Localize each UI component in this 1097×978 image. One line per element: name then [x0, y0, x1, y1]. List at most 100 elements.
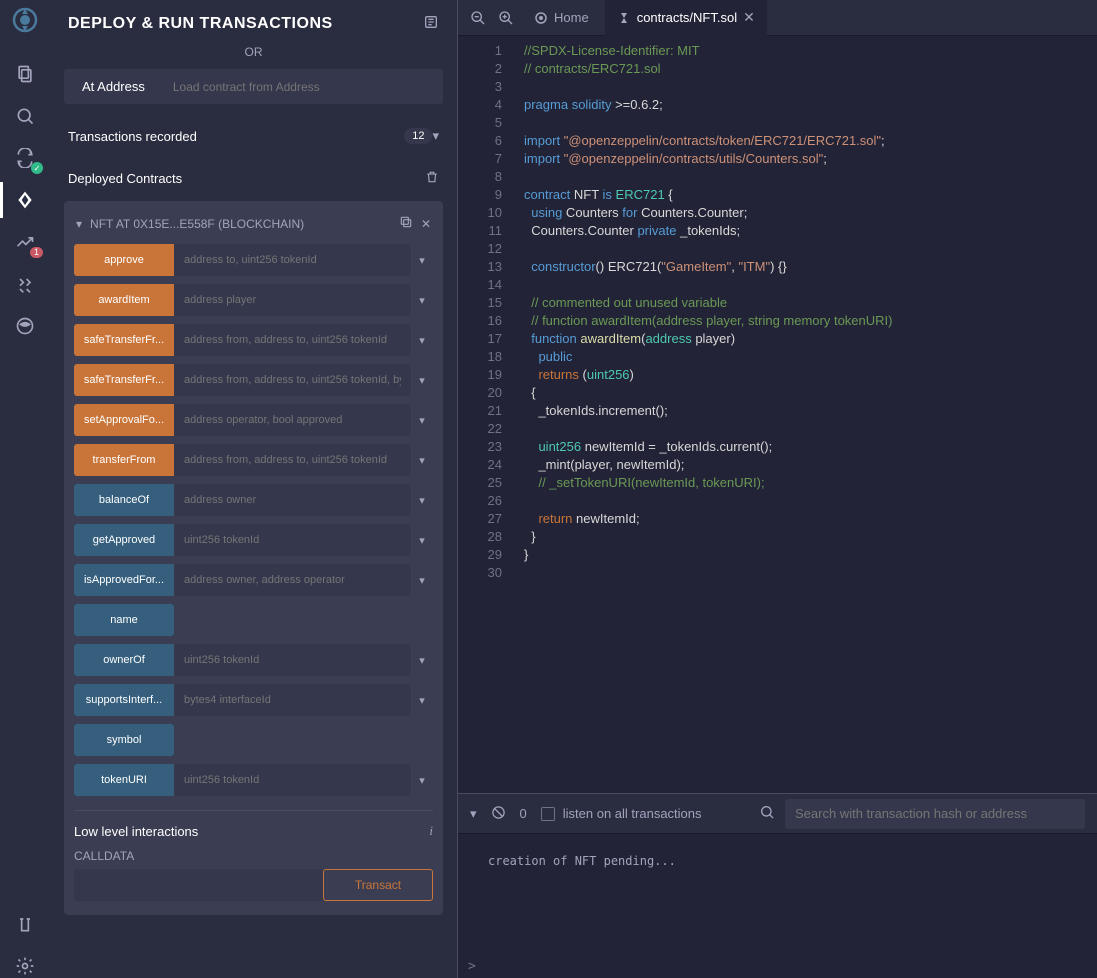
search-icon[interactable] — [759, 804, 775, 823]
function-args-input[interactable] — [174, 564, 411, 596]
function-row: name — [74, 604, 433, 636]
code-editor[interactable]: 1234567891011121314151617181920212223242… — [458, 36, 1097, 793]
analytics-icon[interactable]: 1 — [13, 230, 37, 254]
zoom-out-icon[interactable] — [466, 6, 490, 30]
function-args-input[interactable] — [174, 284, 411, 316]
chevron-down-icon: ▾ — [432, 128, 439, 144]
plugin-manager-icon[interactable] — [13, 912, 37, 936]
function-args-input[interactable] — [174, 524, 411, 556]
function-args-input[interactable] — [174, 484, 411, 516]
terminal-prompt[interactable]: > — [458, 955, 1097, 978]
compile-success-icon: ✓ — [31, 162, 43, 174]
function-args-input[interactable] — [174, 244, 411, 276]
panel-title: DEPLOY & RUN TRANSACTIONS — [68, 15, 333, 33]
function-args-input[interactable] — [174, 324, 411, 356]
function-button[interactable]: safeTransferFr... — [74, 324, 174, 356]
function-row: symbol — [74, 724, 433, 756]
close-icon[interactable]: ✕ — [421, 217, 431, 231]
chevron-down-icon[interactable]: ▾ — [411, 334, 433, 347]
block-icon[interactable] — [491, 805, 506, 823]
function-args-input[interactable] — [174, 764, 411, 796]
icon-rail: ✓ 1 — [0, 0, 50, 978]
function-args-input[interactable] — [174, 364, 411, 396]
chevron-down-icon[interactable]: ▾ — [411, 294, 433, 307]
info-icon[interactable]: i — [429, 823, 433, 839]
settings-icon[interactable] — [13, 954, 37, 978]
function-row: safeTransferFr... ▾ — [74, 324, 433, 356]
function-button[interactable]: setApprovalFo... — [74, 404, 174, 436]
transactions-recorded-header[interactable]: Transactions recorded 12 ▾ — [64, 122, 443, 150]
function-row: supportsInterf... ▾ — [74, 684, 433, 716]
function-button[interactable]: getApproved — [74, 524, 174, 556]
chevron-down-icon[interactable]: ▾ — [411, 574, 433, 587]
or-divider: OR — [64, 45, 443, 59]
function-args-input[interactable] — [174, 684, 411, 716]
function-row: getApproved ▾ — [74, 524, 433, 556]
function-args-input[interactable] — [174, 404, 411, 436]
function-button[interactable]: symbol — [74, 724, 174, 756]
function-row: setApprovalFo... ▾ — [74, 404, 433, 436]
function-args-input[interactable] — [174, 444, 411, 476]
chevron-down-icon[interactable]: ▾ — [411, 694, 433, 707]
function-row: safeTransferFr... ▾ — [74, 364, 433, 396]
function-args-input[interactable] — [174, 644, 411, 676]
function-button[interactable]: name — [74, 604, 174, 636]
chevron-down-icon[interactable]: ▾ — [470, 806, 477, 822]
function-button[interactable]: awardItem — [74, 284, 174, 316]
chevron-down-icon[interactable]: ▾ — [411, 654, 433, 667]
transactions-count-badge: 12 — [404, 128, 432, 144]
function-row: awardItem ▾ — [74, 284, 433, 316]
pending-count: 0 — [520, 806, 527, 821]
chevron-down-icon[interactable]: ▾ — [76, 217, 82, 231]
tab-file-label: contracts/NFT.sol — [637, 10, 737, 25]
chevron-down-icon[interactable]: ▾ — [411, 254, 433, 267]
tab-bar: Home contracts/NFT.sol ✕ — [458, 0, 1097, 36]
compiler-icon[interactable]: ✓ — [13, 146, 37, 170]
contract-title: NFT AT 0X15E...E558F (BLOCKCHAIN) — [90, 217, 391, 231]
tab-home[interactable]: Home — [522, 0, 601, 36]
function-button[interactable]: transferFrom — [74, 444, 174, 476]
calldata-input[interactable] — [74, 869, 323, 901]
debugger-icon[interactable] — [13, 272, 37, 296]
terminal-log: creation of NFT pending... — [458, 834, 1097, 955]
search-icon[interactable] — [13, 104, 37, 128]
zoom-in-icon[interactable] — [494, 6, 518, 30]
chevron-down-icon[interactable]: ▾ — [411, 534, 433, 547]
copy-icon[interactable] — [399, 215, 413, 232]
main-area: Home contracts/NFT.sol ✕ 123456789101112… — [458, 0, 1097, 978]
function-button[interactable]: supportsInterf... — [74, 684, 174, 716]
file-explorer-icon[interactable] — [13, 62, 37, 86]
function-button[interactable]: balanceOf — [74, 484, 174, 516]
transact-button[interactable]: Transact — [323, 869, 433, 901]
plugin-icon[interactable] — [13, 314, 37, 338]
deployed-contracts-label: Deployed Contracts — [68, 171, 425, 186]
remix-logo-icon — [534, 11, 548, 25]
at-address-row: At Address — [64, 69, 443, 104]
chevron-down-icon[interactable]: ▾ — [411, 494, 433, 507]
chevron-down-icon[interactable]: ▾ — [411, 454, 433, 467]
function-button[interactable]: isApprovedFor... — [74, 564, 174, 596]
tab-file[interactable]: contracts/NFT.sol ✕ — [605, 0, 767, 36]
function-row: isApprovedFor... ▾ — [74, 564, 433, 596]
function-button[interactable]: safeTransferFr... — [74, 364, 174, 396]
function-row: approve ▾ — [74, 244, 433, 276]
chevron-down-icon[interactable]: ▾ — [411, 374, 433, 387]
trash-icon[interactable] — [425, 170, 439, 187]
function-button[interactable]: approve — [74, 244, 174, 276]
at-address-button[interactable]: At Address — [64, 69, 163, 104]
function-button[interactable]: tokenURI — [74, 764, 174, 796]
close-icon[interactable]: ✕ — [743, 9, 755, 26]
function-row: balanceOf ▾ — [74, 484, 433, 516]
function-button[interactable]: ownerOf — [74, 644, 174, 676]
terminal: ▾ 0 listen on all transactions creation … — [458, 793, 1097, 978]
low-level-section: Low level interactions i CALLDATA Transa… — [74, 810, 433, 901]
terminal-search-input[interactable] — [785, 799, 1085, 829]
panel-book-icon[interactable] — [423, 14, 439, 33]
listen-checkbox[interactable]: listen on all transactions — [541, 806, 702, 821]
chevron-down-icon[interactable]: ▾ — [411, 774, 433, 787]
at-address-input[interactable] — [163, 69, 443, 104]
chevron-down-icon[interactable]: ▾ — [411, 414, 433, 427]
deploy-run-icon[interactable] — [13, 188, 37, 212]
function-row: ownerOf ▾ — [74, 644, 433, 676]
remix-logo-icon[interactable] — [11, 6, 39, 34]
